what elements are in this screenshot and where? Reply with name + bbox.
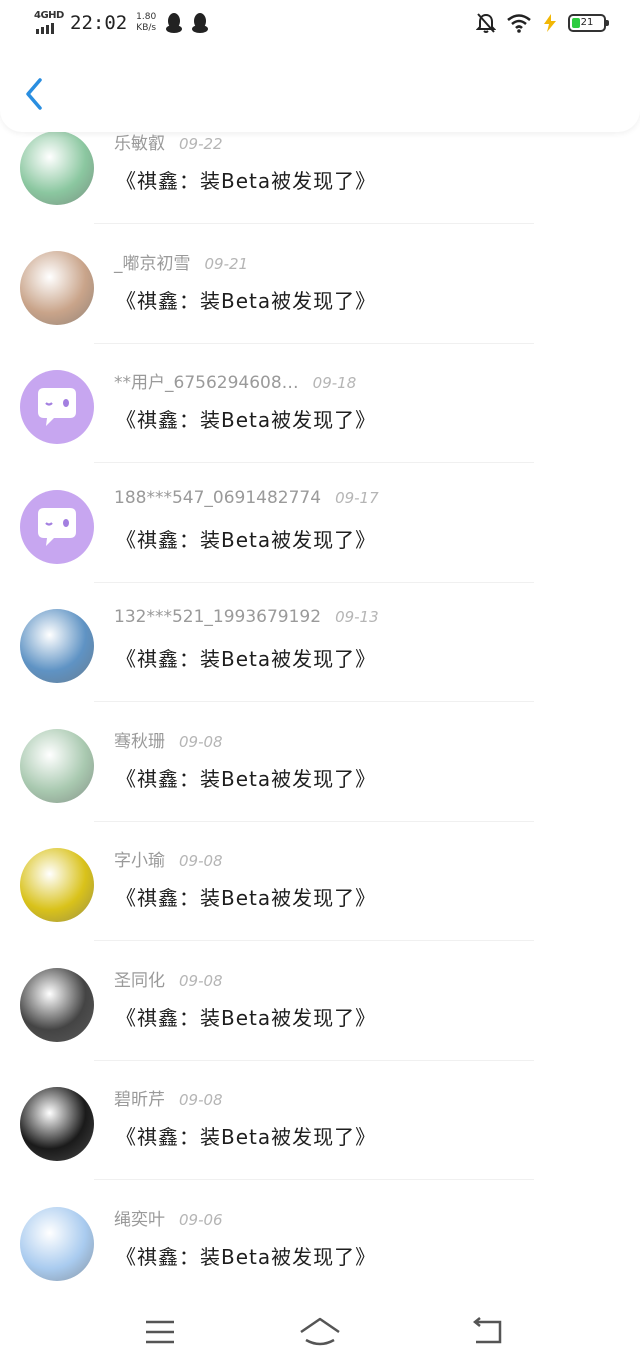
speed-unit: KB/s: [136, 23, 157, 33]
comment-date: 09-17: [335, 488, 379, 507]
comment-item[interactable]: _嘟京初雪 09-21 《祺鑫：装Beta被发现了》: [0, 249, 640, 370]
comment-item[interactable]: 乐敏叡 09-22 《祺鑫：装Beta被发现了》: [0, 131, 640, 250]
divider: [94, 1179, 534, 1180]
comment-text: 《祺鑫：装Beta被发现了》: [116, 766, 377, 791]
comment-date: 09-06: [179, 1210, 223, 1229]
divider: [94, 820, 534, 822]
comment-date: 09-08: [179, 852, 223, 870]
cellular-signal-icon: 4GHD: [34, 10, 64, 36]
comment-meta: 碧昕芹 09-08: [114, 1085, 223, 1110]
comment-text: 《祺鑫：装Beta被发现了》: [116, 886, 377, 910]
comment-item[interactable]: **用户_6756294608… 09-18 《祺鑫：装Beta被发现了》: [0, 370, 640, 489]
comment-date: 09-08: [179, 971, 223, 990]
username[interactable]: 骞秋珊: [114, 732, 165, 752]
status-bar: 4GHD 22:02 1.80 KB/s 21: [0, 0, 640, 48]
divider: [94, 940, 534, 941]
qq-icon: [166, 13, 183, 33]
avatar[interactable]: [20, 609, 94, 683]
username[interactable]: 绳奕叶: [114, 1210, 165, 1230]
username[interactable]: 乐敏叡: [114, 134, 165, 154]
wifi-icon: [507, 14, 531, 33]
comment-item[interactable]: 132***521_1993679192 09-13 《祺鑫：装Beta被发现了》: [0, 607, 640, 728]
mute-bell-icon: [476, 13, 496, 33]
avatar[interactable]: [20, 1206, 94, 1281]
comment-meta: 骞秋珊 09-08: [114, 727, 223, 752]
avatar[interactable]: [20, 728, 94, 803]
username[interactable]: 132***521_1993679192: [114, 607, 321, 627]
comment-item[interactable]: 字小瑜 09-08 《祺鑫：装Beta被发现了》: [0, 848, 640, 967]
comment-meta: 132***521_1993679192 09-13: [114, 607, 379, 627]
comment-meta: 字小瑜 09-08: [114, 846, 223, 871]
comment-text: 《祺鑫：装Beta被发现了》: [116, 1005, 377, 1030]
comment-item[interactable]: 圣同化 09-08 《祺鑫：装Beta被发现了》: [0, 966, 640, 1087]
avatar[interactable]: [20, 370, 94, 444]
divider: [94, 342, 534, 344]
comment-meta: 188***547_0691482774 09-17: [114, 488, 379, 508]
divider: [94, 581, 534, 583]
default-avatar-icon: [38, 388, 76, 426]
comment-date: 09-13: [335, 608, 379, 626]
comment-text: 《祺鑫：装Beta被发现了》: [116, 1244, 377, 1269]
avatar[interactable]: [20, 489, 94, 564]
chevron-left-icon[interactable]: [20, 76, 50, 112]
network-type: 4GHD: [34, 10, 64, 21]
battery-icon: 21: [568, 14, 609, 32]
divider: [94, 1059, 534, 1061]
comment-item[interactable]: 骞秋珊 09-08 《祺鑫：装Beta被发现了》: [0, 727, 640, 848]
avatar[interactable]: [20, 967, 94, 1042]
battery-level: 21: [580, 17, 594, 28]
comment-date: 09-08: [179, 732, 223, 751]
comment-text: 《祺鑫：装Beta被发现了》: [116, 169, 377, 193]
default-avatar-icon: [38, 507, 76, 546]
navigation-bar: [0, 1296, 640, 1372]
charging-icon: [544, 14, 556, 32]
qq-icon: [192, 13, 209, 33]
divider: [94, 701, 534, 702]
home-icon[interactable]: [298, 1314, 342, 1350]
comment-meta: _嘟京初雪 09-21: [114, 249, 248, 274]
comment-text: 《祺鑫：装Beta被发现了》: [116, 647, 377, 671]
comment-item[interactable]: 碧昕芹 09-08 《祺鑫：装Beta被发现了》: [0, 1087, 640, 1206]
comment-meta: 绳奕叶 09-06: [114, 1205, 223, 1230]
comment-text: 《祺鑫：装Beta被发现了》: [116, 1125, 377, 1149]
username[interactable]: 碧昕芹: [114, 1090, 165, 1110]
divider: [94, 223, 534, 224]
divider: [94, 462, 534, 463]
username[interactable]: **用户_6756294608…: [114, 373, 299, 393]
comment-date: 09-22: [179, 135, 223, 153]
comment-date: 09-08: [179, 1091, 223, 1109]
username[interactable]: 188***547_0691482774: [114, 488, 321, 508]
comment-item[interactable]: 188***547_0691482774 09-17 《祺鑫：装Beta被发现了》: [0, 488, 640, 609]
username[interactable]: 圣同化: [114, 971, 165, 991]
comment-text: 《祺鑫：装Beta被发现了》: [116, 288, 377, 313]
avatar[interactable]: [20, 131, 94, 205]
top-header: [0, 48, 640, 132]
avatar[interactable]: [20, 1087, 94, 1161]
comment-meta: 乐敏叡 09-22: [114, 129, 223, 154]
clock: 22:02: [70, 12, 128, 34]
comment-meta: 圣同化 09-08: [114, 966, 223, 991]
comment-date: 09-21: [204, 254, 249, 273]
speed-value: 1.80: [136, 12, 157, 22]
comment-text: 《祺鑫：装Beta被发现了》: [116, 527, 377, 552]
menu-icon[interactable]: [138, 1314, 182, 1350]
avatar[interactable]: [20, 848, 94, 922]
network-speed: 1.80 KB/s: [135, 12, 157, 34]
comment-meta: **用户_6756294608… 09-18: [114, 368, 356, 393]
username[interactable]: _嘟京初雪: [114, 254, 191, 274]
comment-text: 《祺鑫：装Beta被发现了》: [116, 408, 377, 432]
username[interactable]: 字小瑜: [114, 851, 165, 871]
comment-date: 09-18: [312, 374, 357, 392]
avatar[interactable]: [20, 250, 94, 325]
back-icon[interactable]: [466, 1314, 510, 1350]
